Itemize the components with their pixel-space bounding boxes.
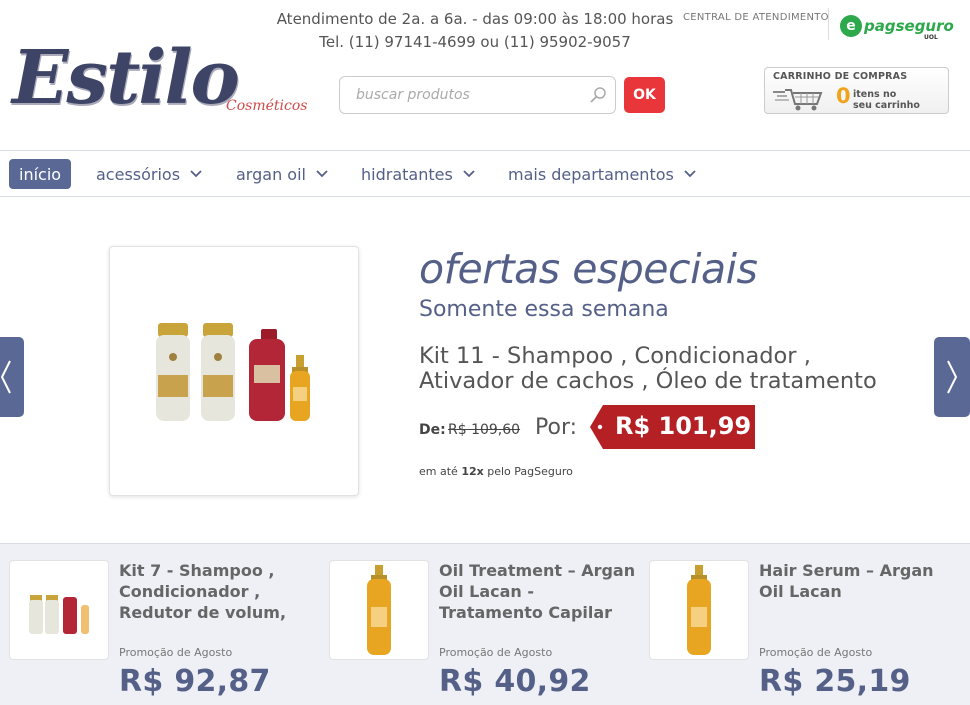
new-price-label: Por:: [535, 415, 578, 440]
cart-items-line: seu carrinho: [853, 100, 920, 111]
featured-product-name[interactable]: Kit 11 - Shampoo , Condicionador , Ativa…: [419, 344, 879, 394]
product-price: R$ 40,92: [439, 664, 591, 699]
product-card[interactable]: Kit 7 - Shampoo , Condicionador , Reduto…: [9, 560, 319, 705]
product-promo: Promoção de Agosto: [439, 646, 553, 659]
nav-item-hidratantes[interactable]: hidratantes: [361, 159, 475, 189]
main-navigation: início acessórios argan oil hidratantes …: [0, 150, 970, 197]
pagseguro-label: pagseguro: [864, 17, 954, 35]
product-name[interactable]: Hair Serum – Argan Oil Lacan: [759, 560, 959, 602]
product-thumbnail[interactable]: [9, 560, 109, 660]
new-price: R$ 101,99: [615, 412, 752, 440]
price-tag: R$ 101,99: [589, 403, 757, 451]
site-logo[interactable]: Estilo Cosméticos: [12, 36, 312, 120]
carousel-prev-button[interactable]: [0, 337, 24, 417]
phone-line: Tel. (11) 97141-4699 ou (11) 95902-9057: [319, 33, 631, 51]
cart-items-line: itens no: [853, 89, 897, 100]
search-input[interactable]: [356, 77, 586, 113]
central-atendimento-link[interactable]: CENTRAL DE ATENDIMENTO: [683, 12, 829, 23]
chevron-left-icon: [0, 360, 11, 394]
installments-count: 12x: [461, 465, 484, 478]
product-thumbnail[interactable]: [649, 560, 749, 660]
site-header: Estilo Cosméticos Atendimento de 2a. a 6…: [0, 0, 970, 150]
search-ok-button[interactable]: OK: [624, 77, 665, 113]
logo-subtitle: Cosméticos: [226, 98, 308, 114]
service-hours: Atendimento de 2a. a 6a. - das 09:00 às …: [270, 8, 680, 54]
logo-text: Estilo: [12, 35, 240, 121]
header-divider: [828, 8, 829, 40]
old-price-label: De:: [419, 422, 446, 438]
carousel-next-button[interactable]: [934, 337, 970, 417]
cart-icon: [773, 89, 823, 111]
product-card[interactable]: Hair Serum – Argan Oil Lacan Promoção de…: [649, 560, 959, 705]
product-price: R$ 92,87: [119, 664, 271, 699]
nav-item-mais-departamentos[interactable]: mais departamentos: [508, 159, 696, 189]
nav-item-label: acessórios: [96, 164, 181, 184]
hours-line: Atendimento de 2a. a 6a. - das 09:00 às …: [276, 10, 674, 28]
nav-item-label: mais departamentos: [508, 164, 674, 184]
chevron-right-icon: [947, 360, 958, 394]
products-strip: Kit 7 - Shampoo , Condicionador , Reduto…: [0, 543, 970, 705]
product-kit-image: [29, 595, 89, 634]
nav-item-argan-oil[interactable]: argan oil: [236, 159, 328, 189]
nav-item-label: início: [19, 164, 62, 184]
cart-count: 0: [836, 84, 851, 108]
product-price: R$ 25,19: [759, 664, 911, 699]
nav-item-inicio[interactable]: início: [9, 159, 72, 189]
product-kit-image: [156, 323, 310, 421]
offers-subtitle: Somente essa semana: [419, 297, 669, 322]
chevron-down-icon: [316, 170, 328, 178]
pagseguro-icon: e: [840, 15, 862, 37]
nav-item-label: hidratantes: [361, 164, 453, 184]
product-name-line: Kit 11 - Shampoo , Condicionador ,: [419, 343, 811, 369]
search-box: [339, 76, 616, 114]
nav-item-label: argan oil: [236, 164, 306, 184]
spray-bottle-image: [367, 565, 391, 655]
product-promo: Promoção de Agosto: [759, 646, 873, 659]
product-name-line: Ativador de cachos , Óleo de tratamento: [419, 368, 877, 394]
chevron-down-icon: [684, 170, 696, 178]
installments-suffix: pelo PagSeguro: [487, 465, 573, 478]
pagseguro-logo: e pagseguro UOL: [840, 12, 954, 41]
installments-info: em até 12x pelo PagSeguro: [419, 465, 573, 478]
offers-title: ofertas especiais: [419, 245, 758, 293]
product-name[interactable]: Kit 7 - Shampoo , Condicionador , Reduto…: [119, 560, 319, 623]
spray-bottle-image: [687, 565, 711, 655]
special-offer-banner: ofertas especiais Somente essa semana Ki…: [0, 197, 970, 543]
product-promo: Promoção de Agosto: [119, 646, 233, 659]
product-name[interactable]: Oil Treatment – Argan Oil Lacan - Tratam…: [439, 560, 639, 623]
product-card[interactable]: Oil Treatment – Argan Oil Lacan - Tratam…: [329, 560, 639, 705]
cart-title: CARRINHO DE COMPRAS: [773, 71, 908, 82]
shopping-cart[interactable]: CARRINHO DE COMPRAS 0 itens no seu carri…: [764, 67, 949, 114]
product-thumbnail[interactable]: [329, 560, 429, 660]
pagseguro-uol: UOL: [924, 34, 938, 41]
chevron-down-icon: [463, 170, 475, 178]
featured-product-image[interactable]: [109, 246, 359, 496]
installments-prefix: em até: [419, 465, 458, 478]
search-icon[interactable]: [589, 86, 607, 104]
nav-item-acessorios[interactable]: acessórios: [96, 159, 202, 189]
chevron-down-icon: [190, 170, 202, 178]
cart-items-label: itens no seu carrinho: [853, 89, 920, 111]
old-price: R$ 109,60: [448, 422, 521, 438]
